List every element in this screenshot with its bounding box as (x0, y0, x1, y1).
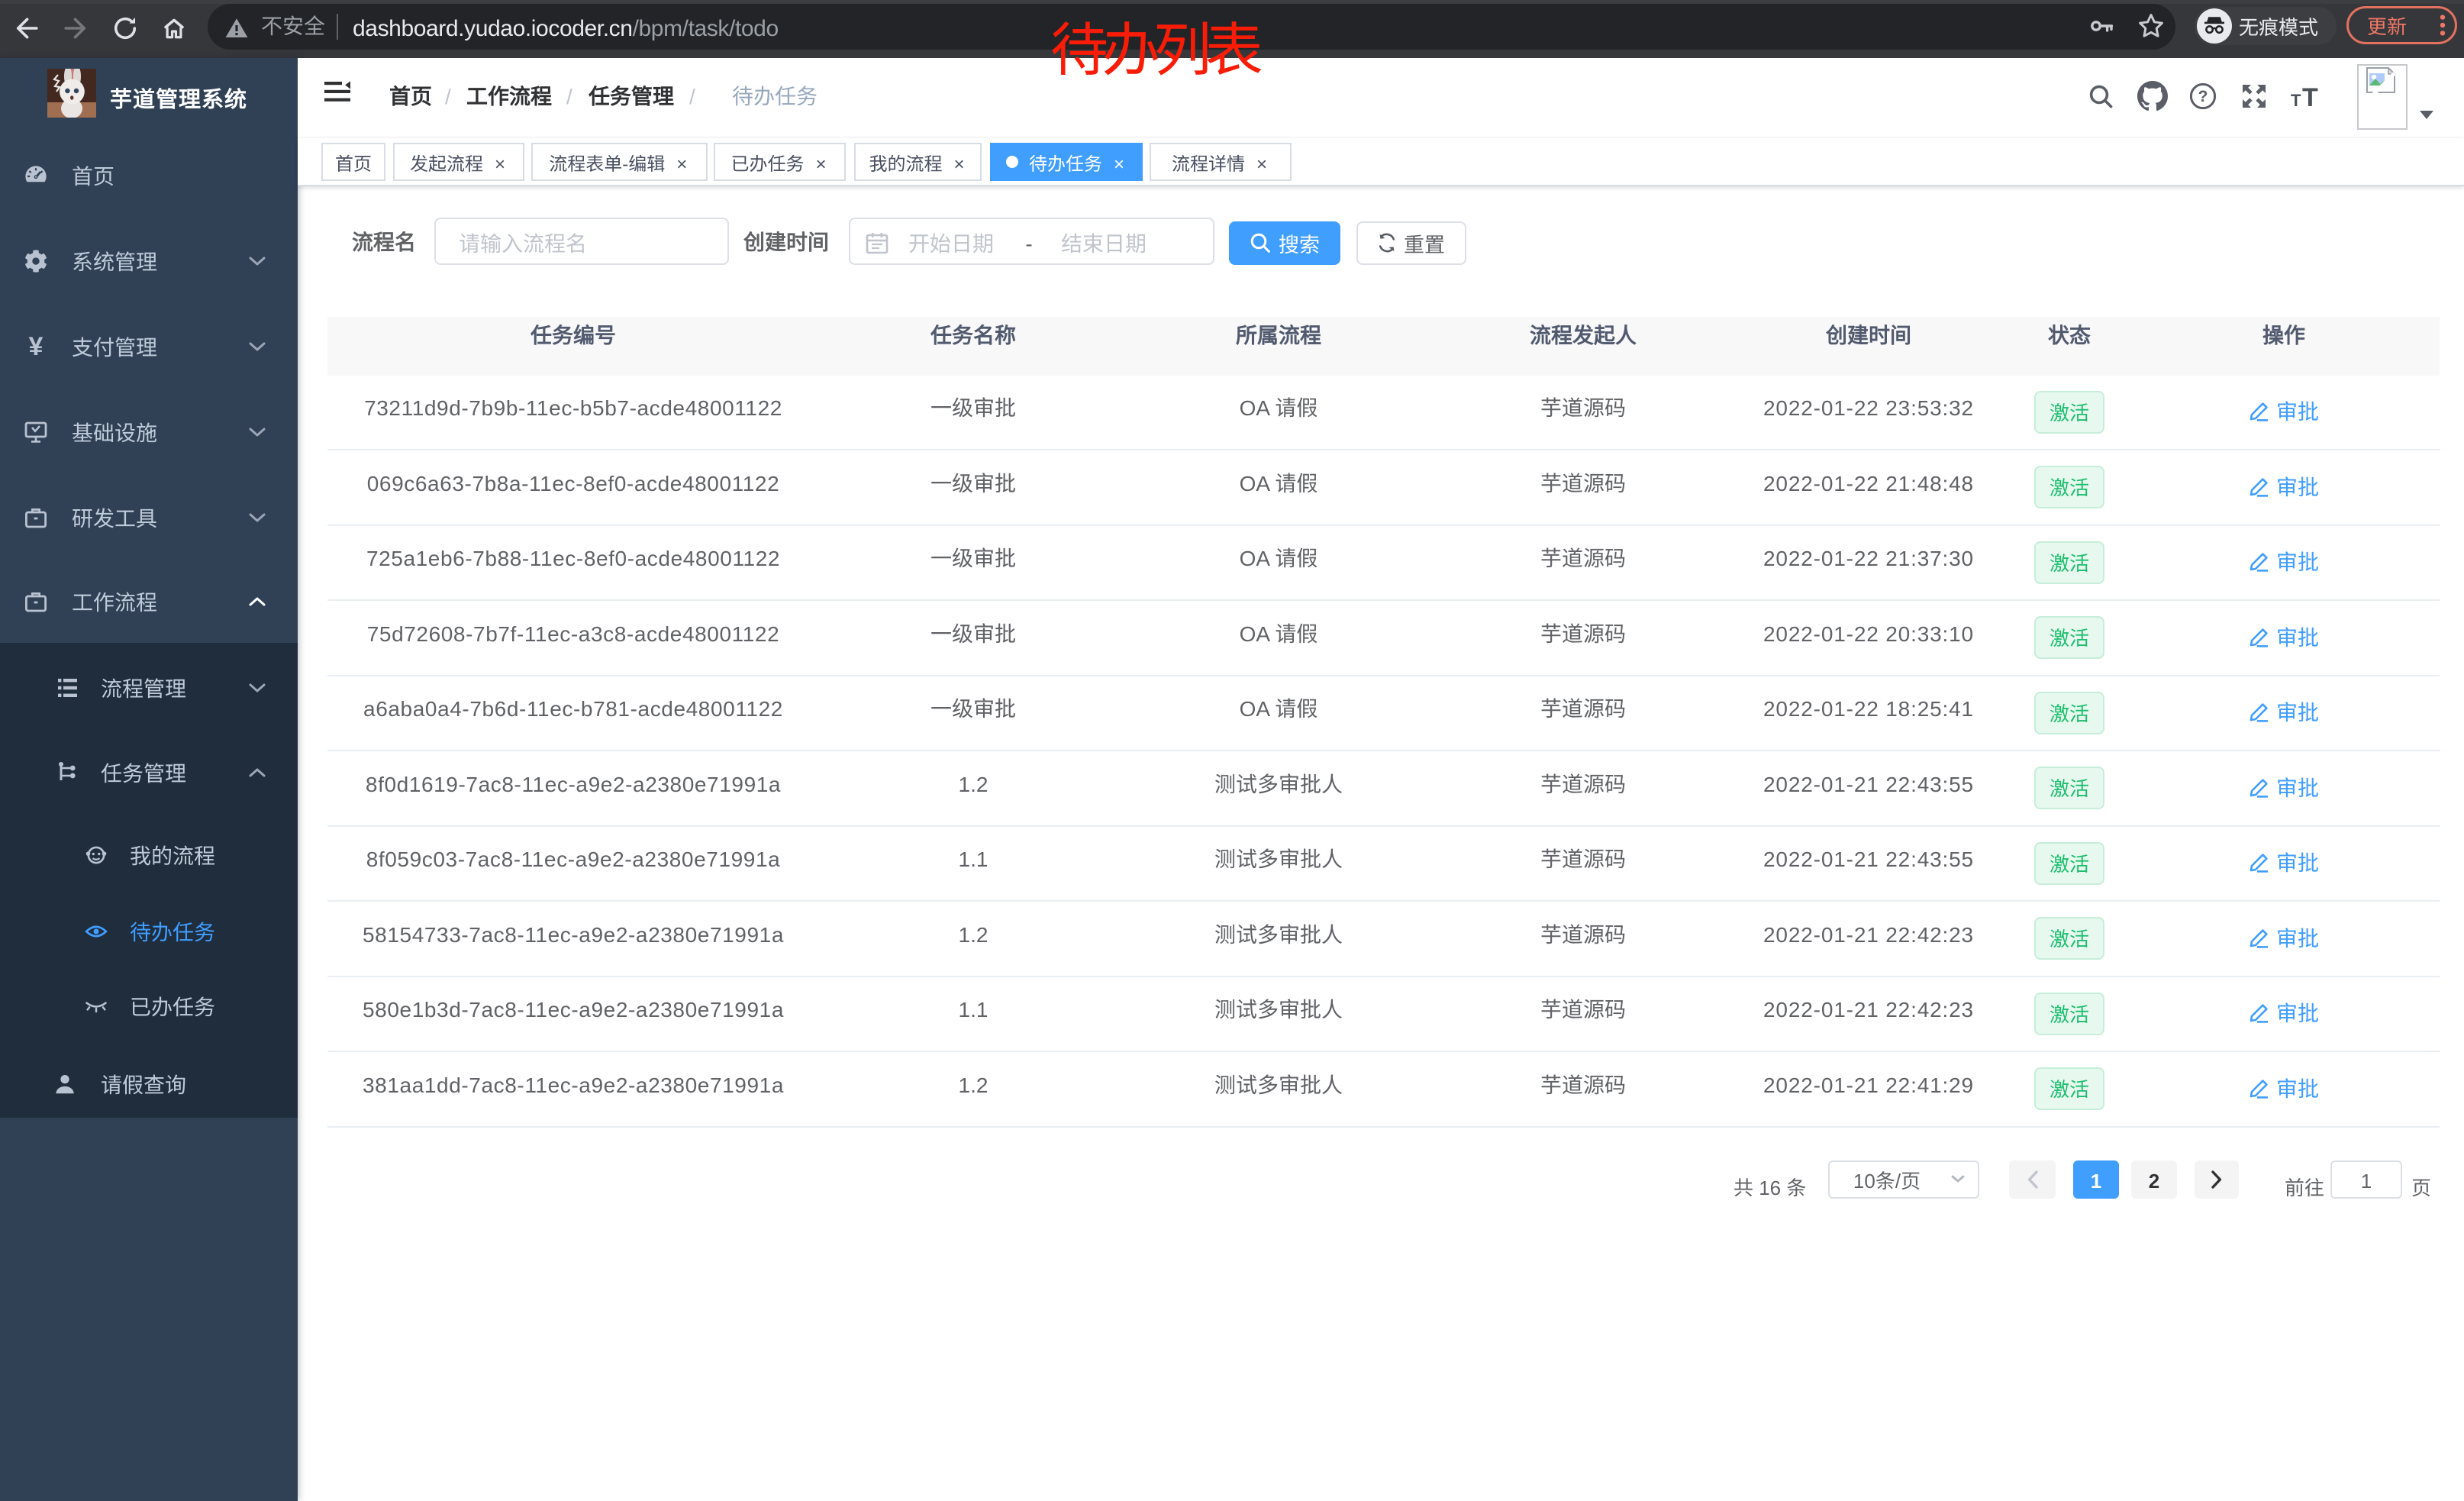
svg-text:?: ? (2198, 88, 2208, 105)
svg-text:T: T (2302, 85, 2318, 108)
svg-text:T: T (2291, 91, 2301, 108)
